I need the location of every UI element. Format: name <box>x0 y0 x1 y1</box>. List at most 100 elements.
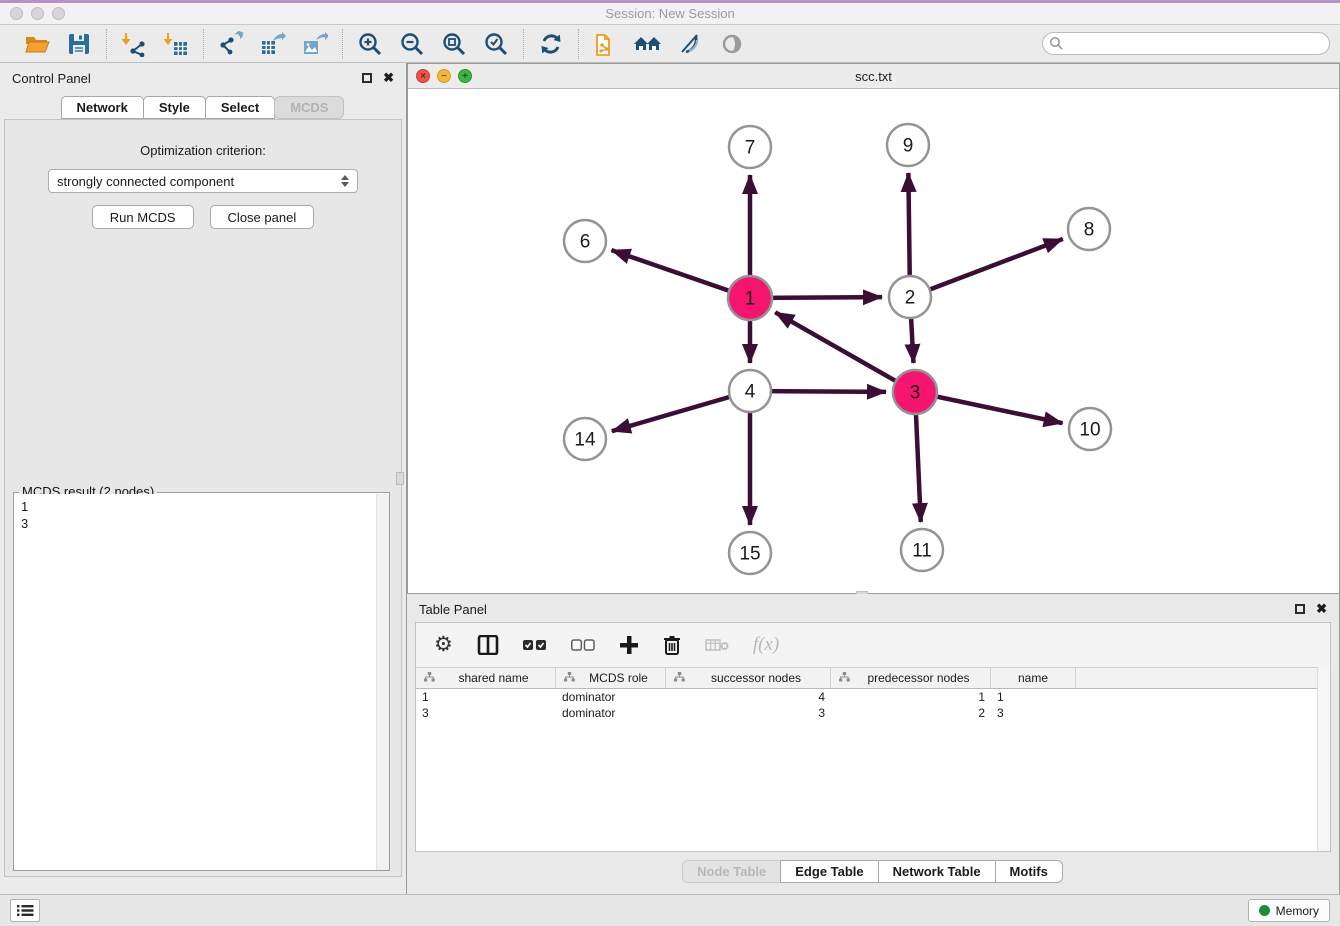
zoom-fit-icon[interactable] <box>439 30 469 58</box>
graph-node-15[interactable]: 15 <box>729 532 771 574</box>
app-traffic-lights <box>10 7 65 20</box>
network-document-icon[interactable] <box>591 30 621 58</box>
delete-table-icon <box>705 632 729 658</box>
column-header-MCDS-role[interactable]: MCDS role <box>556 668 666 688</box>
network-view-window: × − + scc.txt 7 9 6 8 1 2 4 3 14 10 15 11 <box>407 63 1340 594</box>
tab-edge-table[interactable]: Edge Table <box>780 860 878 883</box>
table-panel-title: Table Panel <box>419 602 487 617</box>
optimization-criterion-label: Optimization criterion: <box>5 143 401 158</box>
criterion-select[interactable]: strongly connected component <box>48 169 358 193</box>
tab-network[interactable]: Network <box>61 96 144 119</box>
graph-node-4[interactable]: 4 <box>729 370 771 412</box>
sort-tree-icon <box>424 671 435 685</box>
svg-text:1: 1 <box>745 289 756 310</box>
sort-tree-icon <box>839 671 850 685</box>
svg-text:2: 2 <box>905 288 916 309</box>
table-panel: Table Panel ✖ ⚙ <box>407 594 1340 894</box>
tab-select[interactable]: Select <box>205 96 275 119</box>
close-panel-button[interactable]: Close panel <box>210 205 315 229</box>
svg-text:7: 7 <box>745 138 756 159</box>
open-folder-icon[interactable] <box>22 30 52 58</box>
save-icon[interactable] <box>64 30 94 58</box>
network-minimize-icon[interactable]: − <box>437 69 451 83</box>
svg-text:4: 4 <box>745 382 756 403</box>
graph-node-11[interactable]: 11 <box>901 529 943 571</box>
tab-network-table[interactable]: Network Table <box>878 860 996 883</box>
graph-node-8[interactable]: 8 <box>1068 208 1110 250</box>
table-scrollbar[interactable] <box>1317 667 1330 851</box>
zoom-selected-icon[interactable] <box>481 30 511 58</box>
network-close-icon[interactable]: × <box>416 69 430 83</box>
refresh-icon[interactable] <box>536 30 566 58</box>
search-icon <box>1049 36 1064 51</box>
graph-node-1[interactable]: 1 <box>728 276 772 320</box>
graph-edge-2-8[interactable] <box>910 239 1063 297</box>
export-table-icon[interactable] <box>258 30 288 58</box>
graph-edge-3-1[interactable] <box>775 312 915 392</box>
columns-icon[interactable] <box>477 632 499 658</box>
close-window-icon[interactable] <box>10 7 23 20</box>
deselect-all-icon[interactable] <box>571 632 595 658</box>
table-header: shared nameMCDS rolesuccessor nodesprede… <box>416 667 1330 689</box>
network-canvas[interactable]: 7 9 6 8 1 2 4 3 14 10 15 11 <box>408 89 1339 593</box>
graph-node-9[interactable]: 9 <box>887 124 929 166</box>
close-table-panel-icon[interactable]: ✖ <box>1316 604 1327 614</box>
curved-arrows-icon[interactable] <box>675 30 705 58</box>
mcds-panel: Optimization criterion: strongly connect… <box>4 119 402 877</box>
result-scrollbar[interactable] <box>376 494 389 870</box>
select-all-icon[interactable] <box>523 632 547 658</box>
gear-icon[interactable]: ⚙ <box>434 632 453 658</box>
graph-node-10[interactable]: 10 <box>1069 408 1111 450</box>
float-panel-icon[interactable] <box>362 73 372 83</box>
minimize-window-icon[interactable] <box>31 7 44 20</box>
panel-split-grip[interactable] <box>396 472 404 485</box>
control-panel-title: Control Panel <box>12 71 91 86</box>
table-row[interactable]: 3dominator323 <box>416 705 1330 721</box>
float-table-panel-icon[interactable] <box>1295 604 1305 614</box>
control-panel: Control Panel ✖ NetworkStyleSelectMCDS O… <box>0 63 407 894</box>
main-toolbar <box>0 25 1340 63</box>
export-image-icon[interactable] <box>300 30 330 58</box>
tab-mcds[interactable]: MCDS <box>274 96 344 119</box>
tab-style[interactable]: Style <box>143 96 206 119</box>
column-header-predecessor-nodes[interactable]: predecessor nodes <box>831 668 991 688</box>
list-icon <box>17 904 34 917</box>
memory-button[interactable]: Memory <box>1248 899 1330 922</box>
close-panel-icon[interactable]: ✖ <box>383 73 394 83</box>
zoom-in-icon[interactable] <box>355 30 385 58</box>
import-network-icon[interactable] <box>119 30 149 58</box>
node-table: ⚙ f(x) shared nameMCDS rolesuccessor nod… <box>415 622 1331 852</box>
delete-column-icon[interactable] <box>663 632 681 658</box>
mcds-result-box: MCDS result (2 nodes) 1 3 <box>13 492 390 871</box>
control-panel-tabs: NetworkStyleSelectMCDS <box>0 96 406 119</box>
eye-icon[interactable] <box>717 30 747 58</box>
zoom-out-icon[interactable] <box>397 30 427 58</box>
function-builder-icon: f(x) <box>753 632 779 658</box>
column-header-shared-name[interactable]: shared name <box>416 668 556 688</box>
add-column-icon[interactable] <box>619 632 639 658</box>
tab-motifs[interactable]: Motifs <box>995 860 1063 883</box>
svg-text:8: 8 <box>1084 220 1095 241</box>
graph-node-3[interactable]: 3 <box>893 370 937 414</box>
graph-node-14[interactable]: 14 <box>564 418 606 460</box>
app-titlebar: Session: New Session <box>0 0 1340 25</box>
table-row[interactable]: 1dominator411 <box>416 689 1330 705</box>
import-table-icon[interactable] <box>161 30 191 58</box>
network-maximize-icon[interactable]: + <box>458 69 472 83</box>
graph-node-2[interactable]: 2 <box>889 276 931 318</box>
column-header-name[interactable]: name <box>991 668 1076 688</box>
network-window-title: scc.txt <box>855 69 892 84</box>
run-mcds-button[interactable]: Run MCDS <box>92 205 194 229</box>
zoom-window-icon[interactable] <box>52 7 65 20</box>
export-network-icon[interactable] <box>216 30 246 58</box>
table-body: 1dominator4113dominator323 <box>416 689 1330 721</box>
search-input[interactable] <box>1064 36 1325 52</box>
task-history-button[interactable] <box>10 899 40 922</box>
tab-node-table[interactable]: Node Table <box>682 860 781 883</box>
column-header-successor-nodes[interactable]: successor nodes <box>666 668 831 688</box>
table-tabs: Node TableEdge TableNetwork TableMotifs <box>407 860 1339 883</box>
svg-text:3: 3 <box>910 383 921 404</box>
graph-node-7[interactable]: 7 <box>729 126 771 168</box>
homes-icon[interactable] <box>633 30 663 58</box>
graph-node-6[interactable]: 6 <box>564 220 606 262</box>
